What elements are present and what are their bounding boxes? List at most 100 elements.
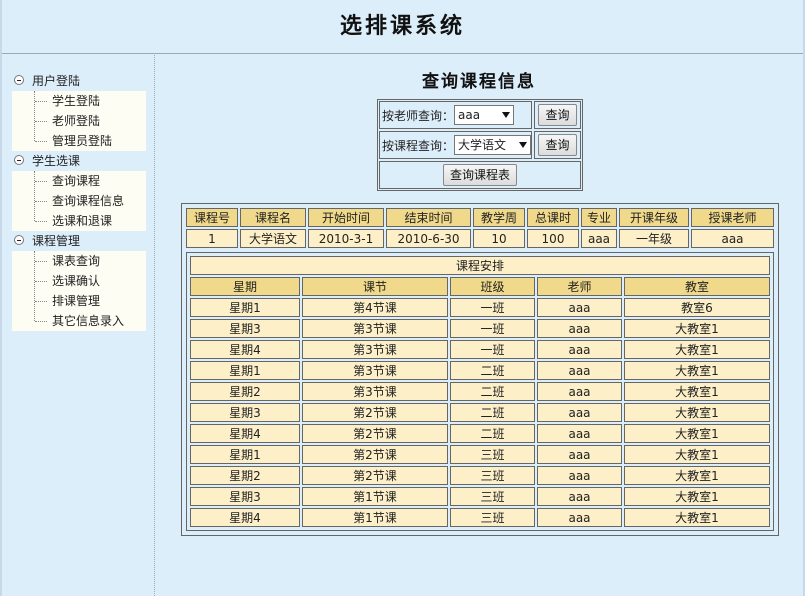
sidebar-item-scheduling-management[interactable]: 排课管理 xyxy=(12,291,146,311)
sidebar-item-query-course[interactable]: 查询课程 xyxy=(12,171,146,191)
table-row: 星期4 第2节课 二班 aaa 大教室1 xyxy=(190,424,770,443)
schedule-body: 星期1 第4节课 一班 aaa 教室6 星期3 第3节课 一班 aaa 大教室1 星期4 第3节课 一班… xyxy=(190,298,770,527)
cell-period: 第4节课 xyxy=(302,298,448,317)
cell-class: 二班 xyxy=(450,403,535,422)
query-form: 按老师查询： aaa 查询 按课程查询： 大学语文 查询 查询课程表 xyxy=(377,99,583,191)
cell-class: 三班 xyxy=(450,508,535,527)
menu-head-course-management[interactable]: 课程管理 xyxy=(2,231,154,251)
column-header: 结束时间 xyxy=(386,208,471,227)
sidebar-item-query-course-info[interactable]: 查询课程信息 xyxy=(12,191,146,211)
cell-classroom: 大教室1 xyxy=(624,508,770,527)
column-header: 开始时间 xyxy=(308,208,384,227)
cell-teacher: aaa xyxy=(537,466,622,485)
cell-period: 第3节课 xyxy=(302,319,448,338)
cell-weekday: 星期4 xyxy=(190,508,300,527)
cell-teacher: aaa xyxy=(537,361,622,380)
query-schedule-button[interactable]: 查询课程表 xyxy=(442,164,517,186)
collapse-icon[interactable] xyxy=(14,155,24,165)
dropdown-arrow-icon xyxy=(502,112,511,118)
column-header: 开课年级 xyxy=(619,208,689,227)
cell-period: 第2节课 xyxy=(302,445,448,464)
menu-group-course-management: 课程管理 课表查询 选课确认 排课管理 其它信息录入 xyxy=(2,231,154,331)
cell-teacher: aaa xyxy=(537,445,622,464)
table-header-row: 星期 课节 班级 老师 教室 xyxy=(190,277,770,296)
cell-teacher: aaa xyxy=(691,229,774,248)
sidebar: 用户登陆 学生登陆 老师登陆 管理员登陆 学生选课 查询课程 查询课程信息 选课… xyxy=(2,55,155,596)
cell-classroom: 大教室1 xyxy=(624,487,770,506)
teacher-select-value: aaa xyxy=(458,108,481,122)
course-info-grid: 课程号 课程名 开始时间 结束时间 教学周 总课时 专业 开课年级 授课老师 1… xyxy=(184,206,776,250)
cell-period: 第1节课 xyxy=(302,487,448,506)
submenu-course-management: 课表查询 选课确认 排课管理 其它信息录入 xyxy=(12,251,146,331)
schedule-table: 课程安排 星期 课节 班级 老师 教室 星期1 第4节课 一班 aaa 教室6 星期3 第3… xyxy=(188,254,772,529)
cell-classroom: 教室6 xyxy=(624,298,770,317)
cell-class: 二班 xyxy=(450,424,535,443)
cell-period: 第3节课 xyxy=(302,382,448,401)
cell-class: 三班 xyxy=(450,466,535,485)
teacher-select[interactable]: aaa xyxy=(454,105,515,125)
column-header: 专业 xyxy=(581,208,617,227)
cell-course-id: 1 xyxy=(186,229,238,248)
sidebar-item-admin-login[interactable]: 管理员登陆 xyxy=(12,131,146,151)
column-header: 课程号 xyxy=(186,208,238,227)
table-row: 星期3 第2节课 二班 aaa 大教室1 xyxy=(190,403,770,422)
main-content: 查询课程信息 按老师查询： aaa 查询 按课程查询： 大学语文 查询 查询课程… xyxy=(155,55,803,596)
cell-classroom: 大教室1 xyxy=(624,361,770,380)
cell-teacher: aaa xyxy=(537,298,622,317)
cell-period: 第2节课 xyxy=(302,466,448,485)
sidebar-item-select-drop-course[interactable]: 选课和退课 xyxy=(12,211,146,231)
collapse-icon[interactable] xyxy=(14,235,24,245)
cell-weekday: 星期1 xyxy=(190,298,300,317)
cell-classroom: 大教室1 xyxy=(624,424,770,443)
cell-period: 第3节课 xyxy=(302,361,448,380)
cell-weekday: 星期2 xyxy=(190,382,300,401)
table-row: 星期1 第3节课 二班 aaa 大教室1 xyxy=(190,361,770,380)
sidebar-item-teacher-login[interactable]: 老师登陆 xyxy=(12,111,146,131)
sidebar-item-other-info-entry[interactable]: 其它信息录入 xyxy=(12,311,146,331)
course-query-label: 按课程查询： xyxy=(382,138,455,153)
sidebar-item-student-login[interactable]: 学生登陆 xyxy=(12,91,146,111)
cell-class: 一班 xyxy=(450,319,535,338)
app-window: 选排课系统 用户登陆 学生登陆 老师登陆 管理员登陆 学生选课 查询课程 查询课… xyxy=(0,0,805,596)
page-title: 查询课程信息 xyxy=(422,72,536,92)
cell-grade: 一年级 xyxy=(619,229,689,248)
teacher-query-label: 按老师查询： xyxy=(382,108,455,123)
table-row: 星期4 第3节课 一班 aaa 大教室1 xyxy=(190,340,770,359)
header: 选排课系统 xyxy=(2,0,803,54)
sidebar-item-schedule-query[interactable]: 课表查询 xyxy=(12,251,146,271)
submenu-course-selection: 查询课程 查询课程信息 选课和退课 xyxy=(12,171,146,231)
cell-start-date: 2010-3-1 xyxy=(308,229,384,248)
table-row: 星期2 第3节课 二班 aaa 大教室1 xyxy=(190,382,770,401)
menu-head-user-login[interactable]: 用户登陆 xyxy=(2,71,154,91)
cell-weekday: 星期1 xyxy=(190,445,300,464)
cell-course-name: 大学语文 xyxy=(240,229,306,248)
column-header: 教室 xyxy=(624,277,770,296)
cell-classroom: 大教室1 xyxy=(624,445,770,464)
menu-head-label: 学生选课 xyxy=(32,154,81,168)
menu-head-course-selection[interactable]: 学生选课 xyxy=(2,151,154,171)
cell-classroom: 大教室1 xyxy=(624,340,770,359)
collapse-icon[interactable] xyxy=(14,75,24,85)
cell-weekday: 星期4 xyxy=(190,340,300,359)
teacher-query-button[interactable]: 查询 xyxy=(538,104,577,126)
cell-teacher: aaa xyxy=(537,340,622,359)
cell-weekday: 星期3 xyxy=(190,487,300,506)
course-info-table: 课程号 课程名 开始时间 结束时间 教学周 总课时 专业 开课年级 授课老师 1… xyxy=(181,203,779,536)
menu-group-user-login: 用户登陆 学生登陆 老师登陆 管理员登陆 xyxy=(2,71,154,151)
cell-class: 二班 xyxy=(450,382,535,401)
column-header: 星期 xyxy=(190,277,300,296)
cell-class: 三班 xyxy=(450,445,535,464)
course-query-button[interactable]: 查询 xyxy=(538,134,577,156)
column-header: 班级 xyxy=(450,277,535,296)
menu-head-label: 课程管理 xyxy=(32,234,81,248)
column-header: 老师 xyxy=(537,277,622,296)
menu-head-label: 用户登陆 xyxy=(32,74,81,88)
course-select[interactable]: 大学语文 xyxy=(454,135,531,155)
dropdown-arrow-icon xyxy=(519,142,527,148)
column-header: 授课老师 xyxy=(691,208,774,227)
sidebar-item-selection-confirm[interactable]: 选课确认 xyxy=(12,271,146,291)
table-row: 星期4 第1节课 三班 aaa 大教室1 xyxy=(190,508,770,527)
cell-period: 第1节课 xyxy=(302,508,448,527)
cell-teacher: aaa xyxy=(537,319,622,338)
cell-teacher: aaa xyxy=(537,382,622,401)
